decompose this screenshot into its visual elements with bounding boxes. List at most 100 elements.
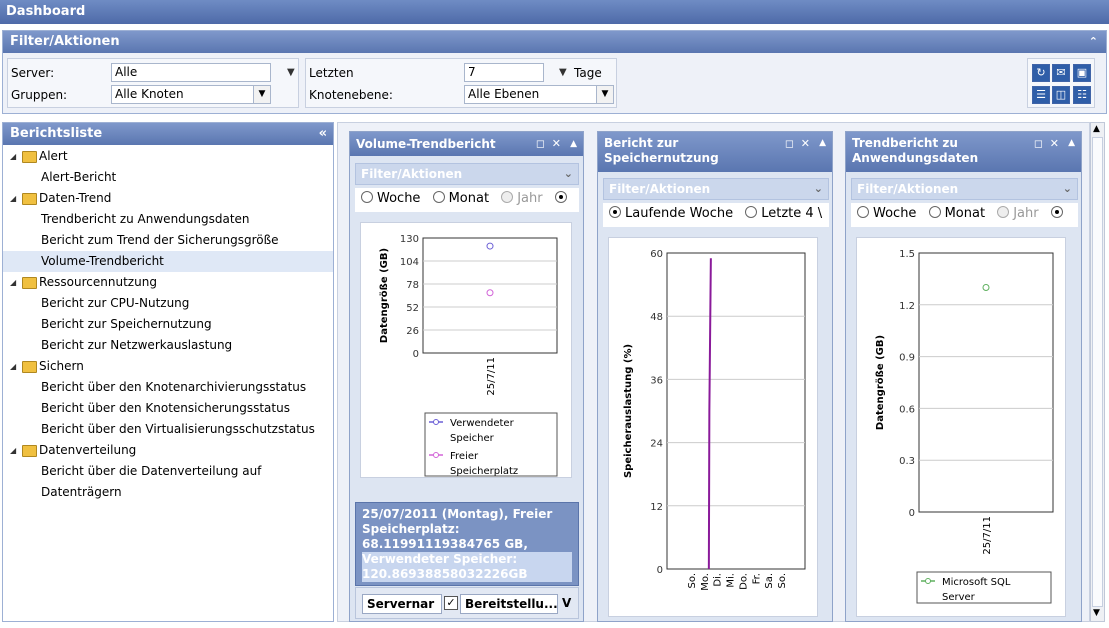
card2-filter-label: Filter/Aktionen bbox=[609, 182, 711, 196]
radio-current-week-label[interactable]: Laufende Woche bbox=[625, 206, 733, 221]
tree-folder[interactable]: ◢ Daten-Trend bbox=[3, 188, 333, 209]
column-more-label: V bbox=[562, 596, 572, 610]
tree-folder[interactable]: ◢ Alert bbox=[3, 146, 333, 167]
y-tick-label: 78 bbox=[406, 280, 419, 291]
radio-last-4[interactable] bbox=[745, 206, 758, 218]
server-dropdown-icon[interactable]: ▼ bbox=[287, 67, 295, 78]
radio-current-week[interactable] bbox=[609, 206, 621, 218]
email-icon[interactable]: ✉ bbox=[1052, 64, 1070, 82]
radio-month-label[interactable]: Monat bbox=[449, 191, 489, 206]
export-icon[interactable]: ▣ bbox=[1073, 64, 1091, 82]
layout-list-icon[interactable]: ☰ bbox=[1032, 86, 1050, 104]
close-icon[interactable]: ✕ bbox=[552, 136, 561, 152]
radio-year bbox=[997, 206, 1010, 218]
last-input[interactable]: 7 bbox=[464, 63, 544, 82]
collapse-card-icon[interactable]: ▲ bbox=[1068, 136, 1075, 151]
scroll-up-icon[interactable]: ▲ bbox=[1093, 124, 1100, 134]
refresh-icon[interactable]: ↻ bbox=[1032, 64, 1050, 82]
tree-item[interactable]: Volume-Trendbericht bbox=[3, 251, 333, 272]
tree-item[interactable]: Bericht über den Virtualisierungsschutzs… bbox=[3, 419, 333, 440]
legend-label-line2: Server bbox=[942, 592, 976, 603]
expand-icon[interactable]: ⌄ bbox=[1063, 179, 1072, 199]
tree-item[interactable]: Bericht über den Knotenarchivierungsstat… bbox=[3, 377, 333, 398]
scroll-thumb[interactable] bbox=[1092, 137, 1103, 607]
memory-chart: 01224364860Speicherauslastung (%)So. Mo. D… bbox=[623, 249, 806, 591]
tree-item[interactable]: Bericht über die Datenverteilung auf Dat… bbox=[3, 461, 333, 499]
close-icon[interactable]: ✕ bbox=[1050, 136, 1059, 151]
server-input[interactable]: Alle bbox=[111, 63, 271, 82]
expand-triangle-icon[interactable]: ◢ bbox=[10, 146, 16, 167]
groups-select[interactable]: Alle Knoten ▼ bbox=[111, 85, 271, 104]
filter-header[interactable]: Filter/Aktionen ⌃ bbox=[3, 31, 1106, 53]
tree-item[interactable]: Bericht zur Netzwerkauslastung bbox=[3, 335, 333, 356]
radio-week-label[interactable]: Woche bbox=[873, 206, 916, 221]
tree-item[interactable]: Bericht über den Knotensicherungsstatus bbox=[3, 398, 333, 419]
radio-month-label[interactable]: Monat bbox=[945, 206, 985, 221]
x-tick-label: Do. bbox=[738, 573, 749, 590]
column-servername[interactable]: Servernar bbox=[362, 594, 442, 614]
radio-last-4-label[interactable]: Letzte 4 \ bbox=[761, 206, 822, 221]
close-icon[interactable]: ✕ bbox=[801, 136, 810, 151]
radio-week[interactable] bbox=[857, 206, 869, 218]
collapse-card-icon[interactable]: ▲ bbox=[819, 136, 826, 151]
folder-icon bbox=[22, 277, 37, 289]
radio-year-label: Jahr bbox=[517, 191, 543, 206]
server-label: Server: bbox=[11, 66, 55, 80]
radio-month[interactable] bbox=[432, 191, 445, 203]
volume-chart: 0 26 52 78 104 130 Datengröße (GB) 25/7/11 Verwe… bbox=[379, 234, 558, 477]
tree-label: Bericht über den Virtualisierungsschutzs… bbox=[41, 422, 315, 436]
expand-triangle-icon[interactable]: ◢ bbox=[10, 188, 16, 209]
column-more[interactable]: V bbox=[562, 594, 578, 614]
expand-triangle-icon[interactable]: ◢ bbox=[10, 440, 16, 461]
tree-folder[interactable]: ◢ Sichern bbox=[3, 356, 333, 377]
node-level-dropdown-icon[interactable]: ▼ bbox=[596, 86, 613, 103]
radio-year-label: Jahr bbox=[1013, 206, 1039, 221]
maximize-icon[interactable]: ◻ bbox=[536, 136, 545, 152]
legend-label-line2: Speicherplatz bbox=[450, 466, 518, 477]
tree-item[interactable]: Bericht zum Trend der Sicherungsgröße bbox=[3, 230, 333, 251]
expand-triangle-icon[interactable]: ◢ bbox=[10, 356, 16, 377]
chart-tooltip: 25/07/2011 (Montag), Freier Speicherplat… bbox=[355, 502, 579, 586]
collapse-icon[interactable]: ⌃ bbox=[1089, 31, 1098, 53]
layout-three-column-icon[interactable]: ☷ bbox=[1073, 86, 1091, 104]
tree-item[interactable]: Alert-Bericht bbox=[3, 167, 333, 188]
maximize-icon[interactable]: ◻ bbox=[785, 136, 794, 151]
tree-label: Bericht über den Knotenarchivierungsstat… bbox=[41, 380, 307, 394]
tree-item[interactable]: Trendbericht zu Anwendungsdaten bbox=[3, 209, 333, 230]
report-list-panel: Berichtsliste « ◢ Alert Alert-Bericht ◢ Date… bbox=[2, 122, 334, 622]
tree-item[interactable]: Bericht zur CPU-Nutzung bbox=[3, 293, 333, 314]
radio-extra[interactable] bbox=[554, 191, 567, 203]
unit-dropdown-icon[interactable]: ▼ bbox=[559, 67, 567, 78]
groups-dropdown-icon[interactable]: ▼ bbox=[253, 86, 270, 103]
column-provisioning[interactable]: Bereitstellu... bbox=[460, 594, 558, 614]
legend-label-line1: Microsoft SQL bbox=[942, 577, 1011, 588]
tree-folder[interactable]: ◢ Datenverteilung bbox=[3, 440, 333, 461]
tree-label: Bericht über den Knotensicherungsstatus bbox=[41, 401, 290, 415]
card3-filter-header[interactable]: Filter/Aktionen ⌄ bbox=[851, 178, 1078, 200]
collapse-left-icon[interactable]: « bbox=[319, 123, 327, 145]
unit-value[interactable]: Tage bbox=[574, 66, 602, 80]
radio-week[interactable] bbox=[361, 191, 373, 203]
radio-week-label[interactable]: Woche bbox=[377, 191, 420, 206]
tree-label: Alert-Bericht bbox=[41, 170, 117, 184]
node-level-select[interactable]: Alle Ebenen ▼ bbox=[464, 85, 614, 104]
app-data-chart-box: 0 0.3 0.6 0.9 1.2 1.5 Datengröße (GB) 25/7/11 Mi… bbox=[856, 237, 1066, 617]
card2-filter-header[interactable]: Filter/Aktionen ⌄ bbox=[603, 178, 829, 200]
radio-extra[interactable] bbox=[1050, 206, 1063, 218]
maximize-icon[interactable]: ◻ bbox=[1034, 136, 1043, 151]
expand-triangle-icon[interactable]: ◢ bbox=[10, 272, 16, 293]
card1-period-radios: Woche Monat Jahr bbox=[355, 188, 579, 212]
vertical-scrollbar[interactable]: ▲ ▼ bbox=[1090, 122, 1105, 622]
card1-filter-header[interactable]: Filter/Aktionen ⌄ bbox=[355, 163, 579, 185]
tree-folder[interactable]: ◢ Ressourcennutzung bbox=[3, 272, 333, 293]
tree-label: Datenverteilung bbox=[39, 443, 137, 457]
column-checkbox[interactable]: ✓ bbox=[444, 596, 458, 610]
expand-icon[interactable]: ⌄ bbox=[564, 164, 573, 184]
tree-item[interactable]: Bericht zur Speichernutzung bbox=[3, 314, 333, 335]
radio-month[interactable] bbox=[928, 206, 941, 218]
layout-two-column-icon[interactable]: ◫ bbox=[1052, 86, 1070, 104]
collapse-card-icon[interactable]: ▲ bbox=[570, 136, 577, 152]
scroll-down-icon[interactable]: ▼ bbox=[1093, 608, 1100, 618]
expand-icon[interactable]: ⌄ bbox=[814, 179, 823, 199]
tooltip-used-text: Verwendeter Speicher: 120.86938858032226… bbox=[362, 552, 572, 582]
